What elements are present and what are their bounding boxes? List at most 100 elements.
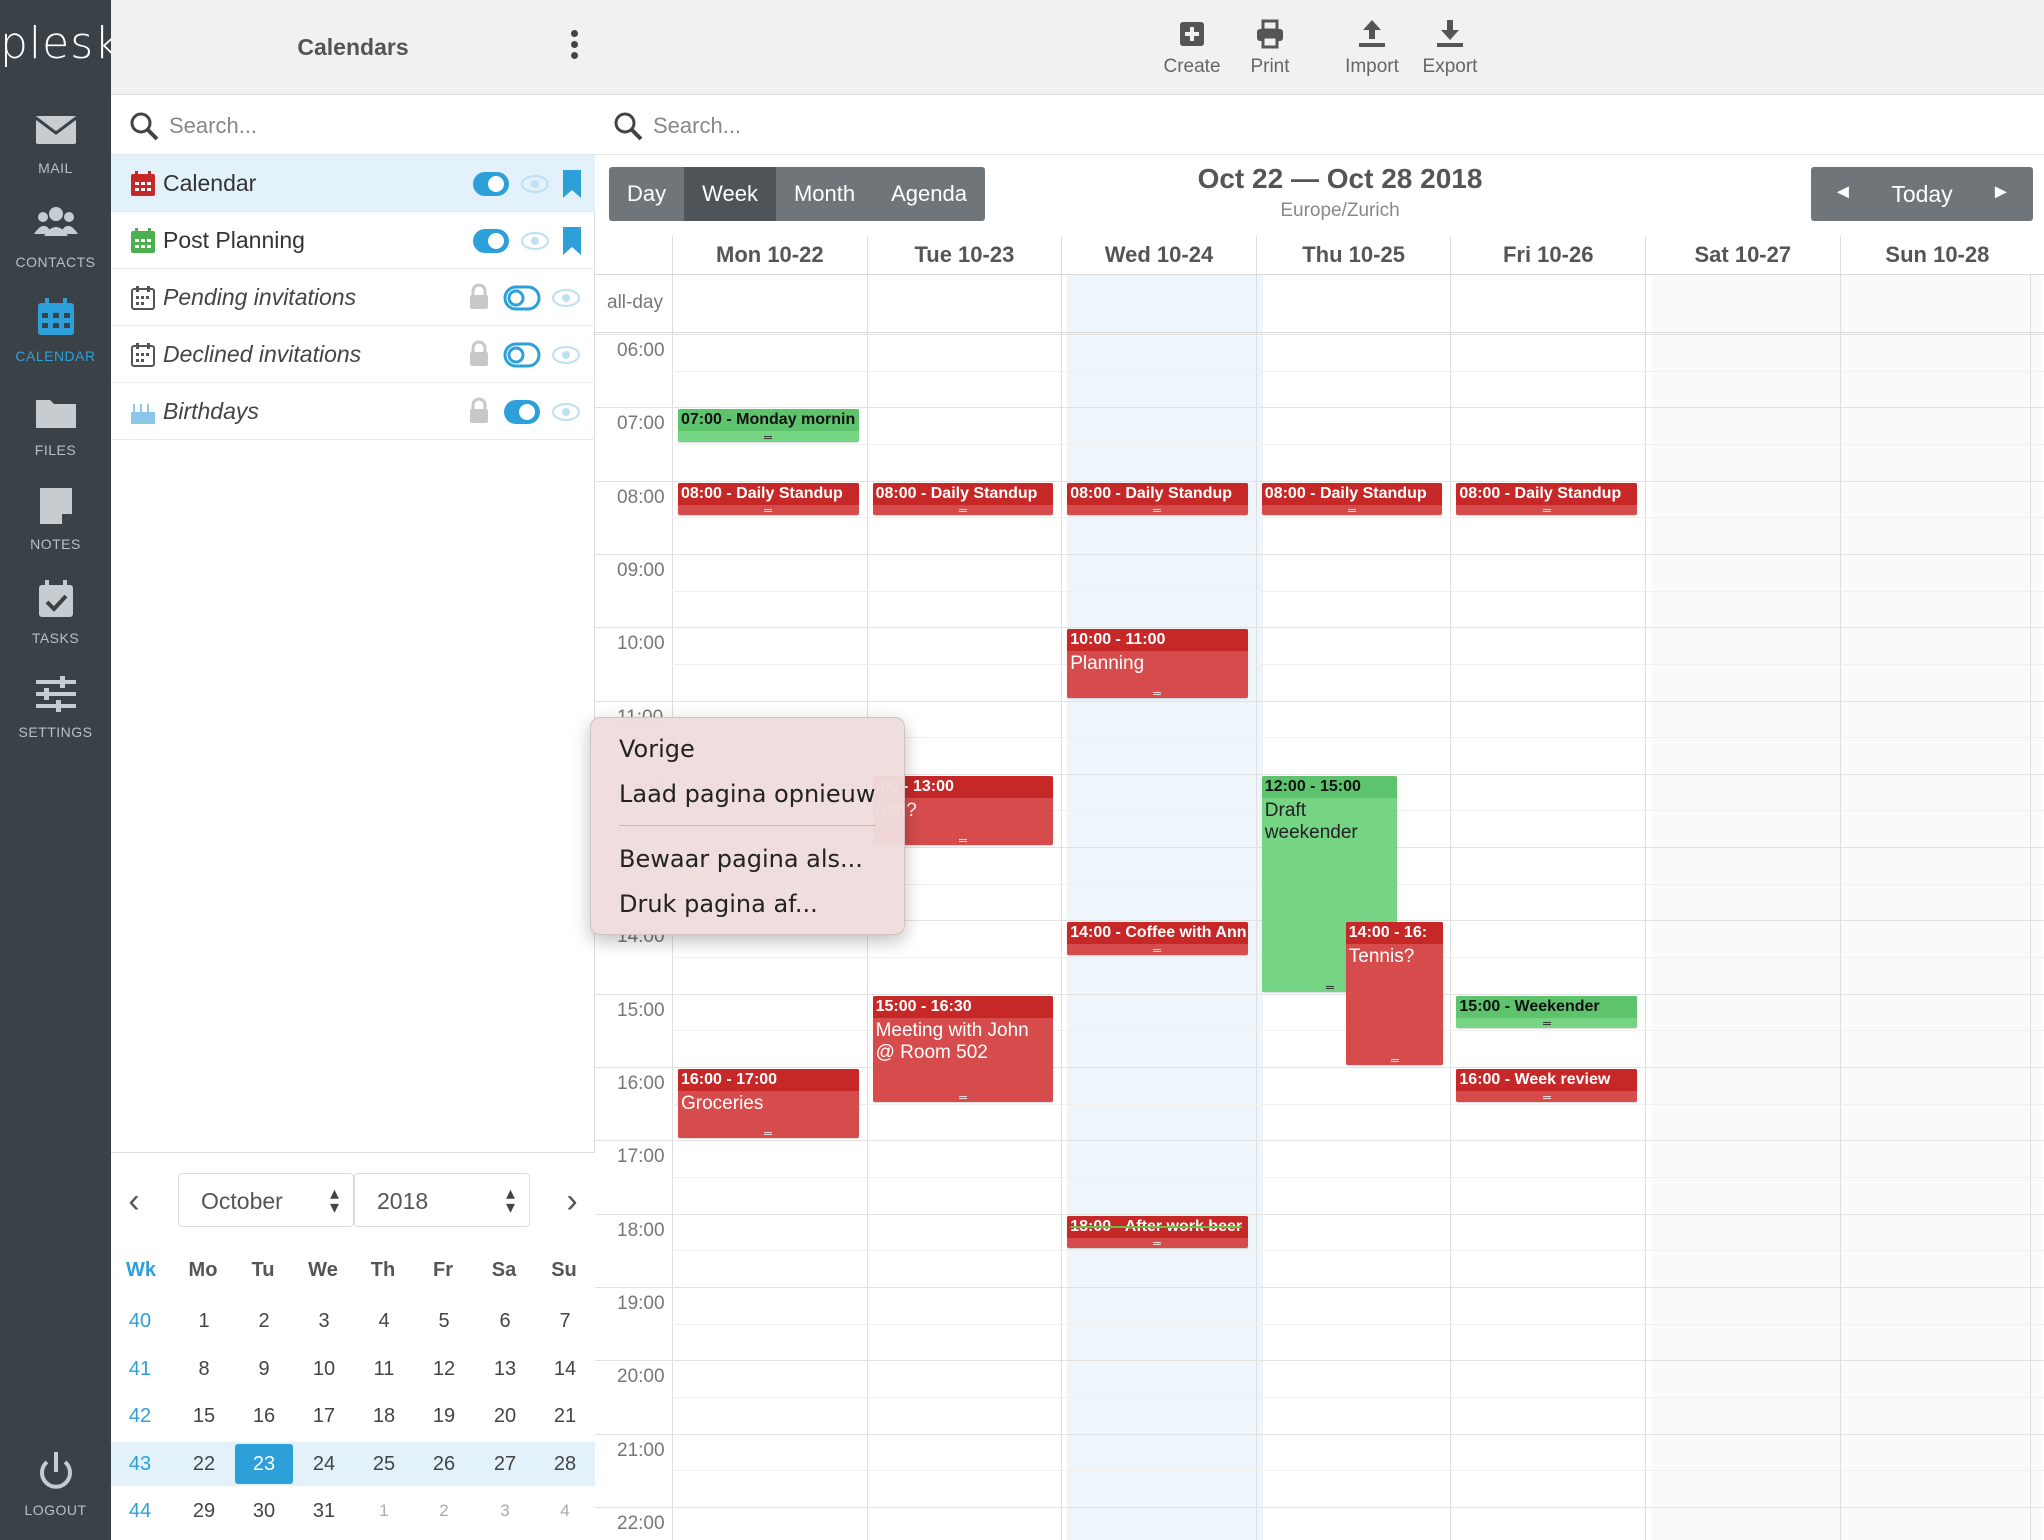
calendar-event[interactable]: 08:00 - Daily Standup bbox=[1067, 482, 1248, 516]
resize-grip-icon[interactable] bbox=[958, 509, 967, 513]
view-week-button[interactable]: Week bbox=[684, 167, 776, 221]
calendar-event[interactable]: 15:00 - 16:30 Meeting with John @ Room 50… bbox=[872, 995, 1054, 1102]
resize-grip-icon[interactable] bbox=[764, 509, 773, 513]
logout-button[interactable]: LOGOUT bbox=[0, 1448, 111, 1538]
mini-day-cell[interactable]: 8 bbox=[175, 1349, 233, 1389]
resize-grip-icon[interactable] bbox=[958, 1095, 967, 1099]
calendar-search-field[interactable]: Search... bbox=[111, 95, 595, 155]
day-header[interactable]: Wed 10-24 bbox=[1061, 236, 1256, 274]
day-header[interactable]: Fri 10-26 bbox=[1450, 236, 1645, 274]
mini-day-cell[interactable]: 30 bbox=[235, 1491, 293, 1531]
mini-day-cell[interactable]: 22 bbox=[175, 1444, 233, 1484]
next-week-icon[interactable]: ► bbox=[1991, 181, 2011, 204]
prev-week-icon[interactable]: ◄ bbox=[1833, 181, 1853, 204]
calendar-event[interactable]: 07:00 - Monday mornin bbox=[678, 409, 859, 442]
resize-grip-icon[interactable] bbox=[1542, 509, 1551, 513]
mini-day-cell[interactable]: 16 bbox=[235, 1396, 293, 1436]
toggle-off-icon[interactable] bbox=[503, 285, 541, 311]
today-button[interactable]: Today bbox=[1881, 181, 1963, 208]
mini-day-cell[interactable]: 2 bbox=[415, 1491, 473, 1531]
mini-next-month-icon[interactable]: › bbox=[559, 1183, 585, 1219]
context-menu-back[interactable]: Vorige bbox=[619, 735, 695, 763]
mini-day-cell[interactable]: 14 bbox=[536, 1349, 594, 1389]
mini-day-cell[interactable]: 25 bbox=[355, 1444, 413, 1484]
resize-grip-icon[interactable] bbox=[1325, 985, 1334, 989]
mini-day-cell[interactable]: 29 bbox=[175, 1491, 233, 1531]
resize-grip-icon[interactable] bbox=[1153, 949, 1162, 953]
mini-week-number[interactable]: 44 bbox=[111, 1491, 169, 1531]
mini-day-cell[interactable]: 10 bbox=[295, 1349, 353, 1389]
mini-day-cell[interactable]: 20 bbox=[476, 1396, 534, 1436]
resize-grip-icon[interactable] bbox=[1153, 1242, 1162, 1246]
bookmark-icon[interactable] bbox=[561, 169, 583, 199]
calendar-item-post-planning[interactable]: Post Planning bbox=[111, 212, 595, 269]
mini-day-cell[interactable]: 5 bbox=[415, 1301, 473, 1341]
event-search-field[interactable]: Search... bbox=[595, 95, 2044, 155]
view-day-button[interactable]: Day bbox=[609, 167, 684, 221]
mini-day-cell[interactable]: 13 bbox=[476, 1349, 534, 1389]
eye-icon[interactable] bbox=[520, 173, 550, 195]
year-select[interactable]: 2018 ▴ ▾ bbox=[354, 1173, 530, 1227]
day-header[interactable]: Sun 10-28 bbox=[1839, 236, 2035, 274]
rail-contacts[interactable]: CONTACTS bbox=[0, 200, 111, 290]
calendar-event[interactable]: 08:00 - Daily Standup bbox=[1261, 482, 1443, 516]
mini-day-cell[interactable]: 6 bbox=[476, 1301, 534, 1341]
mini-day-cell[interactable]: 31 bbox=[295, 1491, 353, 1531]
mini-week-number[interactable]: 41 bbox=[111, 1349, 169, 1389]
mini-day-cell[interactable]: 15 bbox=[175, 1396, 233, 1436]
mini-day-cell[interactable]: 11 bbox=[355, 1349, 413, 1389]
mini-day-cell[interactable]: 1 bbox=[355, 1491, 413, 1531]
rail-tasks[interactable]: TASKS bbox=[0, 576, 111, 666]
mini-day-cell[interactable]: 12 bbox=[415, 1349, 473, 1389]
resize-grip-icon[interactable] bbox=[764, 1132, 773, 1136]
mini-day-cell[interactable]: 19 bbox=[415, 1396, 473, 1436]
day-header[interactable]: Tue 10-23 bbox=[866, 236, 1062, 274]
calendar-item-pending-invitations[interactable]: Pending invitations bbox=[111, 269, 595, 326]
mini-week-number[interactable]: 40 bbox=[111, 1301, 169, 1341]
mini-day-cell[interactable]: 24 bbox=[295, 1444, 353, 1484]
day-header[interactable]: Mon 10-22 bbox=[672, 236, 867, 274]
mini-week-number[interactable]: 43 bbox=[111, 1444, 169, 1484]
calendar-event[interactable]: 14:00 - Coffee with Ann bbox=[1067, 922, 1248, 956]
resize-grip-icon[interactable] bbox=[1153, 509, 1162, 513]
rail-settings[interactable]: SETTINGS bbox=[0, 670, 111, 760]
day-header[interactable]: Thu 10-25 bbox=[1255, 236, 1451, 274]
mini-day-cell[interactable]: 3 bbox=[295, 1301, 353, 1341]
resize-grip-icon[interactable] bbox=[1348, 509, 1357, 513]
mini-prev-month-icon[interactable]: ‹ bbox=[121, 1183, 147, 1219]
calendar-event[interactable]: 16:00 - 17:00 Groceries bbox=[678, 1069, 859, 1139]
rail-mail[interactable]: MAIL bbox=[0, 106, 111, 196]
mini-day-cell[interactable]: 4 bbox=[355, 1301, 413, 1341]
mini-day-cell[interactable]: 21 bbox=[536, 1396, 594, 1436]
day-header[interactable]: Sat 10-27 bbox=[1645, 236, 1840, 274]
calendar-event[interactable]: 15:00 - Weekender bbox=[1456, 995, 1637, 1029]
create-button[interactable]: Create bbox=[1152, 18, 1232, 78]
print-button[interactable]: Print bbox=[1230, 18, 1310, 78]
calendar-item-declined-invitations[interactable]: Declined invitations bbox=[111, 326, 595, 383]
calendar-event[interactable]: 18:00 - After work beer bbox=[1067, 1215, 1248, 1249]
context-menu-print-page[interactable]: Druk pagina af... bbox=[619, 890, 818, 918]
toggle-off-icon[interactable] bbox=[503, 342, 541, 368]
plesk-logo[interactable]: plesk bbox=[0, 18, 120, 69]
month-select[interactable]: October ▴ ▾ bbox=[178, 1173, 354, 1227]
mini-day-cell[interactable]: 7 bbox=[536, 1301, 594, 1341]
mini-day-cell[interactable]: 27 bbox=[476, 1444, 534, 1484]
calendar-event[interactable]: 08:00 - Daily Standup bbox=[1456, 482, 1637, 516]
rail-files[interactable]: FILES bbox=[0, 388, 111, 478]
calendar-event[interactable]: 14:00 - 16: Tennis? bbox=[1345, 922, 1444, 1065]
view-agenda-button[interactable]: Agenda bbox=[873, 167, 985, 221]
mini-day-cell[interactable]: 28 bbox=[536, 1444, 594, 1484]
eye-icon[interactable] bbox=[520, 230, 550, 252]
resize-grip-icon[interactable] bbox=[958, 839, 967, 843]
eye-icon[interactable] bbox=[551, 401, 581, 423]
resize-grip-icon[interactable] bbox=[1153, 692, 1162, 696]
resize-grip-icon[interactable] bbox=[764, 435, 773, 439]
context-menu-reload[interactable]: Laad pagina opnieuw bbox=[619, 780, 875, 808]
calendar-item-calendar[interactable]: Calendar bbox=[111, 155, 595, 212]
mini-day-cell[interactable]: 2 bbox=[235, 1301, 293, 1341]
eye-icon[interactable] bbox=[551, 287, 581, 309]
mini-day-cell[interactable]: 9 bbox=[235, 1349, 293, 1389]
mini-day-cell[interactable]: 3 bbox=[476, 1491, 534, 1531]
calendar-item-birthdays[interactable]: Birthdays bbox=[111, 383, 595, 440]
bookmark-icon[interactable] bbox=[561, 226, 583, 256]
